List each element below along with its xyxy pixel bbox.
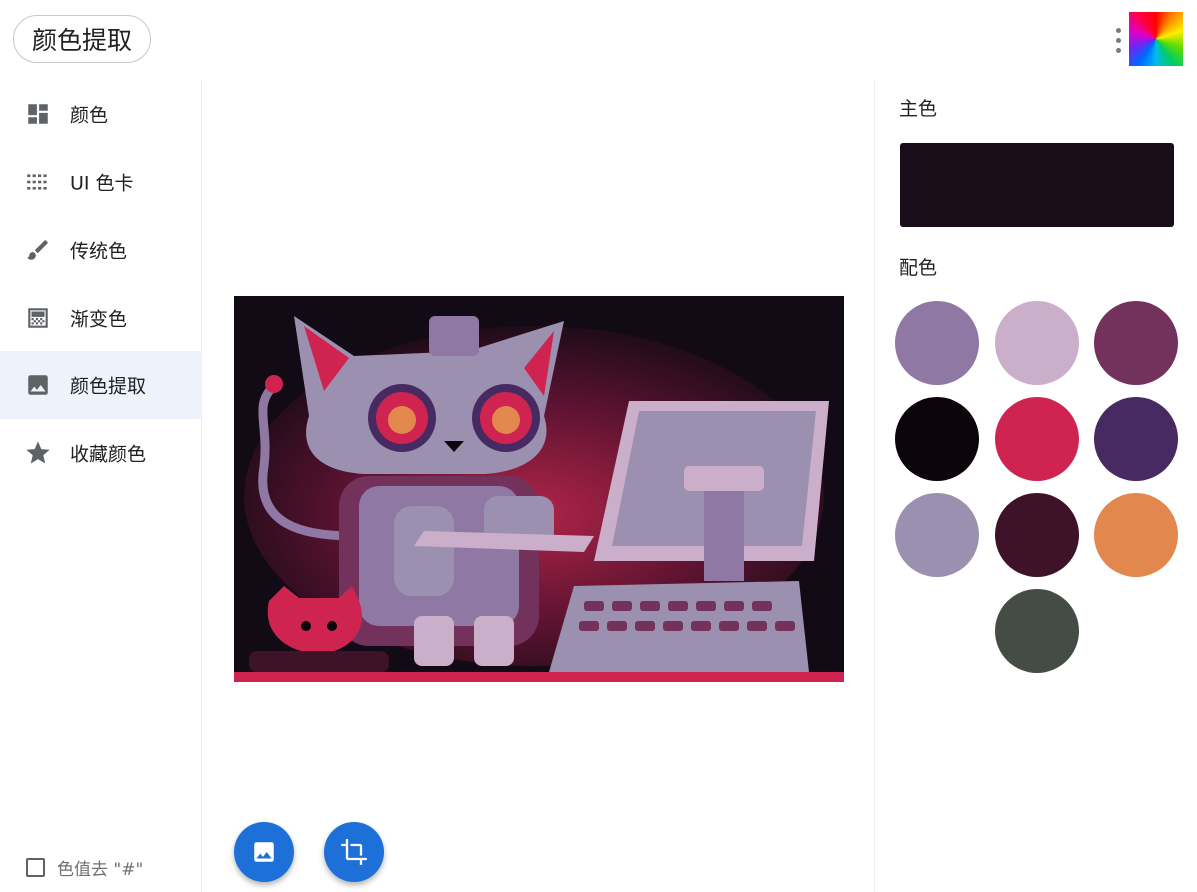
sidebar-item-label: 收藏颜色 xyxy=(70,443,147,466)
main-color-heading: 主色 xyxy=(899,98,938,120)
dot xyxy=(1115,47,1121,53)
sidebar-item-gradients[interactable]: 渐变色 xyxy=(0,284,202,352)
palette-swatch[interactable] xyxy=(895,493,979,577)
sidebar-item-label: 渐变色 xyxy=(70,308,128,331)
source-image xyxy=(234,296,844,682)
palette-swatch[interactable] xyxy=(895,301,979,385)
palette-swatch[interactable] xyxy=(995,589,1079,673)
palette-swatch[interactable] xyxy=(895,397,979,481)
palette-swatch[interactable] xyxy=(995,301,1079,385)
remove-hash-label: 色值去 "#" xyxy=(57,860,144,880)
crop-image-button[interactable] xyxy=(324,822,384,882)
pick-image-button[interactable] xyxy=(234,822,294,882)
palette-swatch[interactable] xyxy=(1094,301,1178,385)
palette-swatch[interactable] xyxy=(995,493,1079,577)
sidebar-item-ui-palette[interactable]: UI 色卡 xyxy=(0,148,202,216)
sidebar-item-label: UI 色卡 xyxy=(70,172,134,195)
star-icon xyxy=(24,439,52,467)
grid-dots-icon xyxy=(24,168,52,196)
page-title: 颜色提取 xyxy=(13,15,152,63)
dashboard-icon xyxy=(24,100,52,128)
image-icon xyxy=(254,842,274,862)
dot xyxy=(1115,37,1121,43)
sidebar-item-label: 传统色 xyxy=(70,240,128,263)
image-icon xyxy=(24,371,52,399)
sidebar-item-colors[interactable]: 颜色 xyxy=(0,80,202,148)
palette-swatch[interactable] xyxy=(1094,397,1178,481)
app-window: 颜色提取 颜色 UI 色卡 传统色 渐变色 颜色提取 收藏颜色 色值去 "#" … xyxy=(0,0,1197,892)
remove-hash-checkbox[interactable] xyxy=(26,858,45,877)
gradient-icon xyxy=(24,304,52,332)
sidebar-item-label: 颜色提取 xyxy=(70,375,147,398)
brush-icon xyxy=(24,236,52,264)
main-color-swatch[interactable] xyxy=(900,143,1174,227)
sidebar-item-label: 颜色 xyxy=(70,104,109,127)
sidebar-item-color-extract[interactable]: 颜色提取 xyxy=(0,351,202,419)
sidebar-item-traditional-colors[interactable]: 传统色 xyxy=(0,216,202,284)
sidebar-item-favorites[interactable]: 收藏颜色 xyxy=(0,419,202,487)
crop-icon xyxy=(341,839,367,865)
palette-swatch[interactable] xyxy=(1094,493,1178,577)
matching-colors-heading: 配色 xyxy=(899,257,938,279)
more-menu-button[interactable] xyxy=(1106,20,1130,60)
remove-hash-option[interactable]: 色值去 "#" xyxy=(26,855,143,880)
app-logo-icon xyxy=(1129,12,1183,66)
palette-swatch[interactable] xyxy=(995,397,1079,481)
dot xyxy=(1115,27,1121,33)
